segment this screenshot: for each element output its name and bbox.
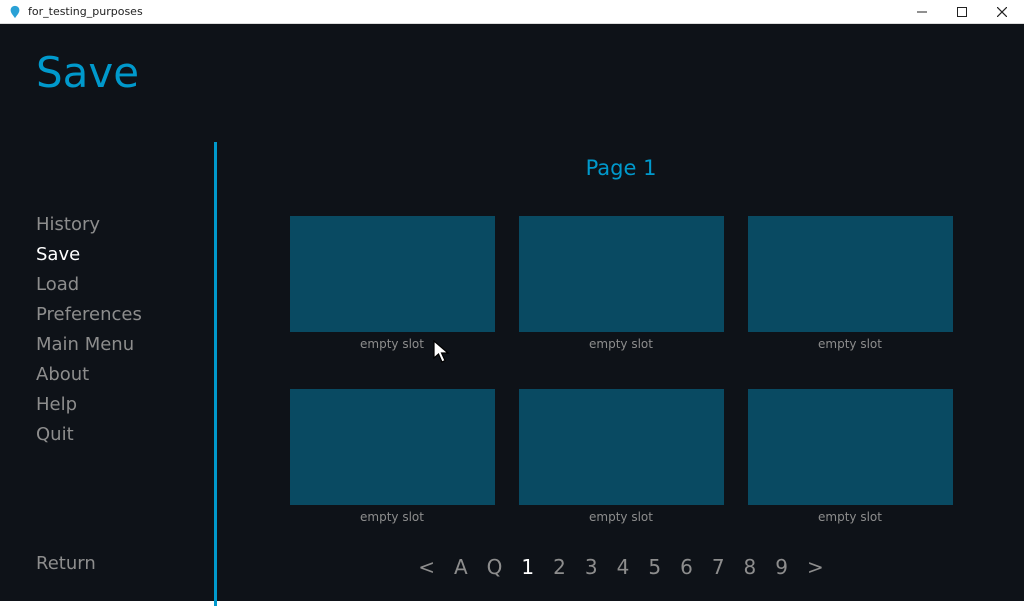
window-minimize-button[interactable] [902,0,942,24]
game-viewport: Save History Save Load Preferences Main Menu… [0,24,1024,601]
nav-item-load[interactable]: Load [36,274,142,295]
nav-item-main-menu[interactable]: Main Menu [36,334,142,355]
page-label: Page 1 [218,156,1024,180]
save-slot-thumbnail [748,389,953,505]
save-slot-4[interactable]: empty slot [290,389,495,524]
app-icon [8,5,22,19]
pager-item-q[interactable]: Q [487,555,503,579]
pager-prev[interactable]: < [418,555,435,579]
save-slot-2[interactable]: empty slot [519,216,724,351]
save-slot-thumbnail [519,389,724,505]
pager-item-a[interactable]: A [454,555,468,579]
nav-item-help[interactable]: Help [36,394,142,415]
screen-title: Save [36,48,139,97]
save-slot-thumbnail [290,389,495,505]
pager-item-6[interactable]: 6 [680,555,693,579]
app-window: for_testing_purposes Save History Save Loa… [0,0,1024,601]
save-slot-label: empty slot [589,337,653,351]
save-slot-thumbnail [748,216,953,332]
window-maximize-button[interactable] [942,0,982,24]
save-slot-5[interactable]: empty slot [519,389,724,524]
nav-item-about[interactable]: About [36,364,142,385]
save-slot-label: empty slot [360,337,424,351]
nav-list: History Save Load Preferences Main Menu About… [36,214,142,445]
save-slot-thumbnail [519,216,724,332]
pager-item-2[interactable]: 2 [553,555,566,579]
nav-item-return[interactable]: Return [36,553,96,574]
save-slot-label: empty slot [818,510,882,524]
pager-next[interactable]: > [807,555,824,579]
vertical-divider [214,142,217,606]
save-slot-1[interactable]: empty slot [290,216,495,351]
save-slot-6[interactable]: empty slot [748,389,953,524]
nav-item-save[interactable]: Save [36,244,142,265]
save-slot-thumbnail [290,216,495,332]
content-area: Page 1 empty slotempty slotempty slotemp… [218,142,1024,601]
pager-item-3[interactable]: 3 [585,555,598,579]
save-slot-label: empty slot [589,510,653,524]
window-close-button[interactable] [982,0,1022,24]
title-bar: for_testing_purposes [0,0,1024,24]
save-slot-label: empty slot [818,337,882,351]
save-slot-grid: empty slot empty slot empty slot empty slot… [218,216,1024,524]
window-title: for_testing_purposes [28,5,902,18]
pager-item-9[interactable]: 9 [775,555,788,579]
pager-item-4[interactable]: 4 [617,555,630,579]
nav-item-preferences[interactable]: Preferences [36,304,142,325]
pager: < AQ123456789 > [218,555,1024,579]
save-slot-3[interactable]: empty slot [748,216,953,351]
nav-item-quit[interactable]: Quit [36,424,142,445]
pager-item-7[interactable]: 7 [712,555,725,579]
pager-item-5[interactable]: 5 [648,555,661,579]
pager-item-8[interactable]: 8 [744,555,757,579]
pager-item-1[interactable]: 1 [521,555,534,579]
nav-item-history[interactable]: History [36,214,142,235]
save-slot-label: empty slot [360,510,424,524]
